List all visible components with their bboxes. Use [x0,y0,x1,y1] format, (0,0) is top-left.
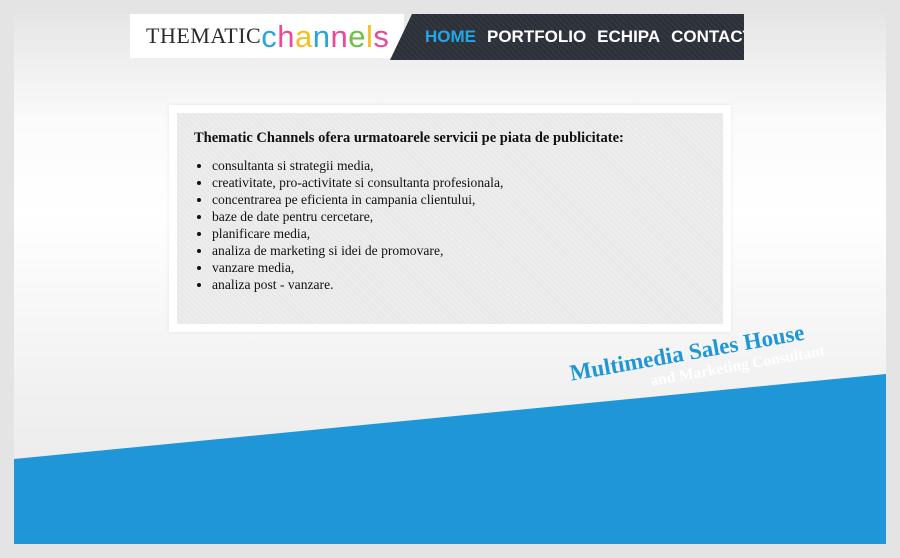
logo-letter: s [373,18,390,54]
logo-letter: e [348,18,366,54]
logo-text-thematic: THEMATIC [146,23,262,48]
main-nav: HOME PORTFOLIO ECHIPA CONTACT [390,14,744,60]
logo-letter: l [365,18,374,54]
list-item: vanzare media, [212,259,723,276]
logo-letter: a [294,18,313,54]
blue-footer-band [14,374,886,544]
nav-contact[interactable]: CONTACT [671,27,744,47]
list-item: concentrarea pe eficienta in campania cl… [212,191,723,208]
page: THEMATIC channels HOME PORTFOLIO ECHIPA … [14,14,886,544]
list-item: baze de date pentru cercetare, [212,208,723,225]
logo-letter: c [261,18,278,54]
services-heading: Thematic Channels ofera urmatoarele serv… [194,130,624,146]
services-list: consultanta si strategii media, creativi… [194,157,723,293]
logo-letter: n [312,18,331,54]
logo-text-channels: channels [261,21,389,52]
list-item: creativitate, pro-activitate si consulta… [212,174,723,191]
logo-letter: n [330,18,349,54]
list-item: analiza post - vanzare. [212,276,723,293]
nav-home[interactable]: HOME [425,27,476,47]
site-logo[interactable]: THEMATIC channels [130,14,404,58]
nav-portfolio[interactable]: PORTFOLIO [487,27,586,47]
list-item: planificare media, [212,225,723,242]
nav-echipa[interactable]: ECHIPA [597,27,660,47]
list-item: consultanta si strategii media, [212,157,723,174]
logo-letter: h [277,18,295,54]
services-panel: Thematic Channels ofera urmatoarele serv… [169,105,731,332]
list-item: analiza de marketing si idei de promovar… [212,242,723,259]
services-panel-inner: Thematic Channels ofera urmatoarele serv… [177,113,723,324]
